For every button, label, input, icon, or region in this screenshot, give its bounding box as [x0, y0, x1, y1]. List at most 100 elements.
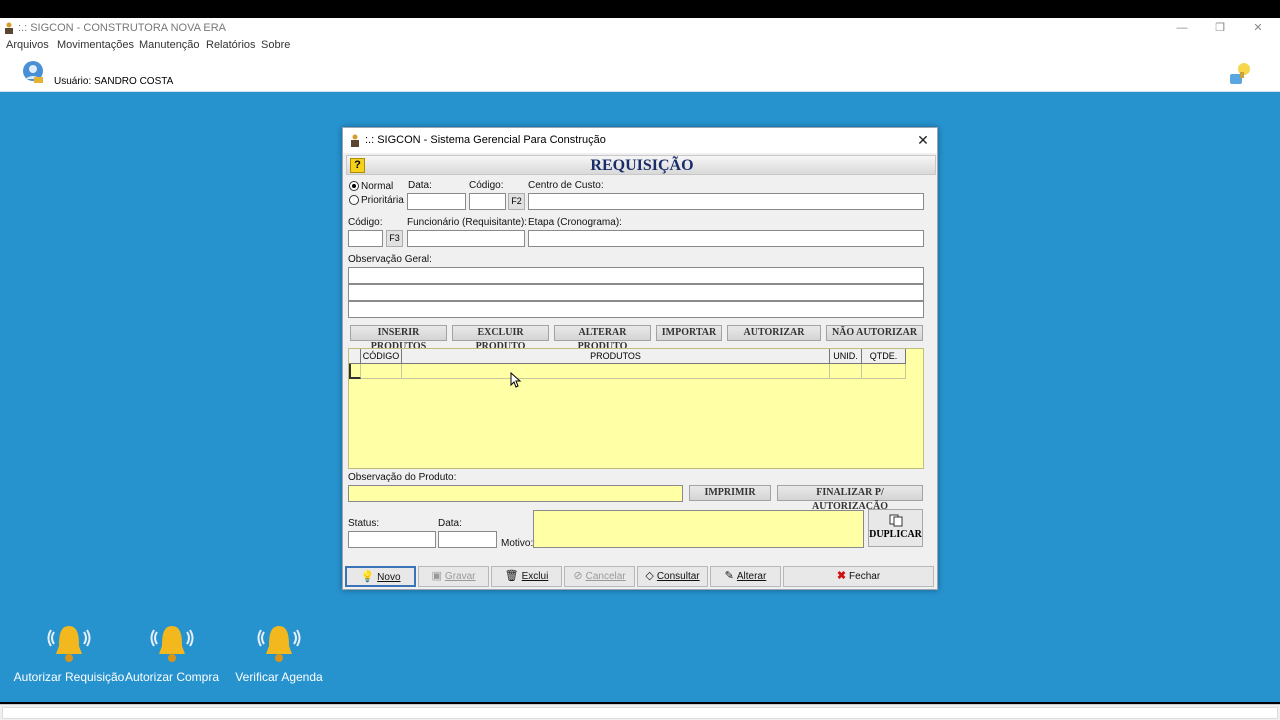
etapa-input[interactable]: [528, 230, 924, 247]
dialog-header: REQUISIÇÃO ?: [346, 155, 936, 175]
dialog-bottom-toolbar: 💡 Novo ▣ Gravar 🗑 Exclui ⊘ Cancelar ◇ Consult…: [345, 566, 935, 588]
shortcut-autorizar-compra[interactable]: Autorizar Compra: [112, 622, 232, 684]
close-button[interactable]: ✕: [1238, 18, 1278, 38]
finalizar-autorizacao-button[interactable]: FINALIZAR P/ AUTORIZAÇÃO: [777, 485, 923, 512]
duplicar-button[interactable]: DUPLICAR: [868, 509, 923, 547]
data-input[interactable]: [407, 193, 466, 210]
observacao-geral-line-2[interactable]: [348, 284, 924, 301]
dialog-close-button[interactable]: ✕: [911, 128, 935, 153]
shortcut-autorizar-requisicao[interactable]: Autorizar Requisição: [9, 622, 129, 684]
grid-cell[interactable]: [402, 364, 830, 379]
minimize-button[interactable]: —: [1162, 18, 1202, 38]
nao-autorizar-button[interactable]: NÃO AUTORIZAR: [826, 325, 923, 341]
radio-prioritaria-label: Prioritária: [361, 195, 404, 206]
radio-normal[interactable]: [349, 181, 359, 191]
novo-button[interactable]: 💡 Novo: [345, 566, 416, 587]
codigo-funcionario-label: Código:: [348, 217, 383, 228]
bell-icon: [47, 626, 91, 662]
user-bar: Usuário: SANDRO COSTA: [0, 54, 1280, 92]
radio-prioritaria[interactable]: [349, 195, 359, 205]
fechar-button[interactable]: ✖ Fechar: [783, 566, 934, 587]
menu-manutencao[interactable]: Manutenção: [139, 39, 200, 51]
consultar-button[interactable]: ◇ Consultar: [637, 566, 708, 587]
grid-header-produtos[interactable]: PRODUTOS: [402, 349, 830, 364]
produtos-grid[interactable]: CÓDIGO PRODUTOS UNID. QTDE.: [348, 348, 924, 469]
status-label: Status:: [348, 518, 380, 529]
codigo-label: Código:: [469, 180, 504, 191]
user-icon: [23, 61, 43, 83]
edit-icon: ✎: [724, 570, 734, 582]
status-bar: [0, 704, 1280, 720]
observacao-produto-input[interactable]: [348, 485, 683, 502]
data-status-input[interactable]: [438, 531, 497, 548]
app-icon: [5, 22, 13, 34]
mouse-cursor-icon: [510, 372, 522, 388]
help-icon[interactable]: ?: [350, 158, 365, 173]
centro-custo-label: Centro de Custo:: [528, 180, 604, 191]
duplicar-label: DUPLICAR: [869, 529, 922, 540]
shortcut-verificar-agenda[interactable]: Verificar Agenda: [219, 622, 339, 684]
exclui-button[interactable]: 🗑 Exclui: [491, 566, 562, 587]
title-bar: :.: SIGCON - CONSTRUTORA NOVA ERA — ❐ ✕: [0, 18, 1280, 38]
page-title: REQUISIÇÃO: [590, 157, 694, 174]
grid-row-indicator: [349, 364, 361, 379]
app-icon: [351, 134, 359, 147]
status-panel: [2, 707, 1278, 719]
excluir-produto-button[interactable]: EXCLUIR PRODUTO: [452, 325, 549, 352]
autorizar-button[interactable]: AUTORIZAR: [727, 325, 821, 341]
dialog-title: :.: SIGCON - Sistema Gerencial Para Cons…: [365, 134, 606, 146]
funcionario-input[interactable]: [407, 230, 525, 247]
data-status-label: Data:: [438, 518, 462, 529]
grid-cell[interactable]: [361, 364, 402, 379]
grid-cell[interactable]: [862, 364, 906, 379]
centro-custo-input[interactable]: [528, 193, 924, 210]
grid-header-unid[interactable]: UNID.: [830, 349, 862, 364]
shortcut-label: Autorizar Requisição: [13, 670, 125, 684]
window-title: :.: SIGCON - CONSTRUTORA NOVA ERA: [18, 22, 227, 34]
copy-icon: [889, 514, 902, 527]
codigo-funcionario-input[interactable]: [348, 230, 383, 247]
shortcut-label: Verificar Agenda: [235, 670, 323, 684]
lamp-icon[interactable]: [1226, 60, 1254, 88]
save-icon: ▣: [431, 570, 442, 582]
radio-normal-label: Normal: [361, 181, 394, 192]
observacao-geral-line-1[interactable]: [348, 267, 924, 284]
restore-button[interactable]: ❐: [1200, 18, 1240, 38]
cancelar-button[interactable]: ⊘ Cancelar: [564, 566, 635, 587]
alterar-button[interactable]: ✎ Alterar: [710, 566, 781, 587]
importar-button[interactable]: IMPORTAR: [656, 325, 722, 341]
user-label: Usuário: SANDRO COSTA: [54, 76, 174, 87]
funcionario-label: Funcionário (Requisitante):: [407, 217, 528, 228]
grid-cell[interactable]: [830, 364, 862, 379]
menu-relatorios[interactable]: Relatórios: [206, 39, 256, 51]
lightbulb-icon: 💡: [360, 571, 375, 583]
f3-button[interactable]: F3: [386, 230, 403, 247]
grid-corner: [349, 349, 361, 364]
bell-icon: [257, 626, 301, 662]
gravar-button[interactable]: ▣ Gravar: [418, 566, 489, 587]
bell-icon: [150, 626, 194, 662]
menu-bar: Arquivos Movimentações Manutenção Relató…: [0, 38, 1280, 54]
trash-icon: 🗑: [504, 570, 519, 582]
etapa-label: Etapa (Cronograma):: [528, 217, 622, 228]
codigo-centro-input[interactable]: [469, 193, 506, 210]
grid-header-qtde[interactable]: QTDE.: [862, 349, 906, 364]
menu-sobre[interactable]: Sobre: [261, 39, 290, 51]
close-icon: ✖: [836, 570, 847, 582]
alterar-produto-button[interactable]: ALTERAR PRODUTO: [554, 325, 651, 352]
inserir-produtos-button[interactable]: INSERIR PRODUTOS: [350, 325, 447, 352]
cancel-icon: ⊘: [573, 570, 583, 582]
status-input[interactable]: [348, 531, 436, 548]
grid-header-codigo[interactable]: CÓDIGO: [361, 349, 402, 364]
observacao-geral-line-3[interactable]: [348, 301, 924, 318]
menu-movimentacoes[interactable]: Movimentações: [57, 39, 134, 51]
shortcut-label: Autorizar Compra: [124, 670, 220, 684]
menu-arquivos[interactable]: Arquivos: [6, 39, 49, 51]
imprimir-button[interactable]: IMPRIMIR: [689, 485, 771, 501]
observacao-produto-label: Observação do Produto:: [348, 472, 457, 483]
motivo-label: Motivo:: [501, 538, 534, 549]
f2-button[interactable]: F2: [508, 193, 525, 210]
dialog-title-bar: :.: SIGCON - Sistema Gerencial Para Cons…: [343, 128, 937, 153]
data-label: Data:: [408, 180, 432, 191]
motivo-textarea[interactable]: [533, 510, 864, 548]
